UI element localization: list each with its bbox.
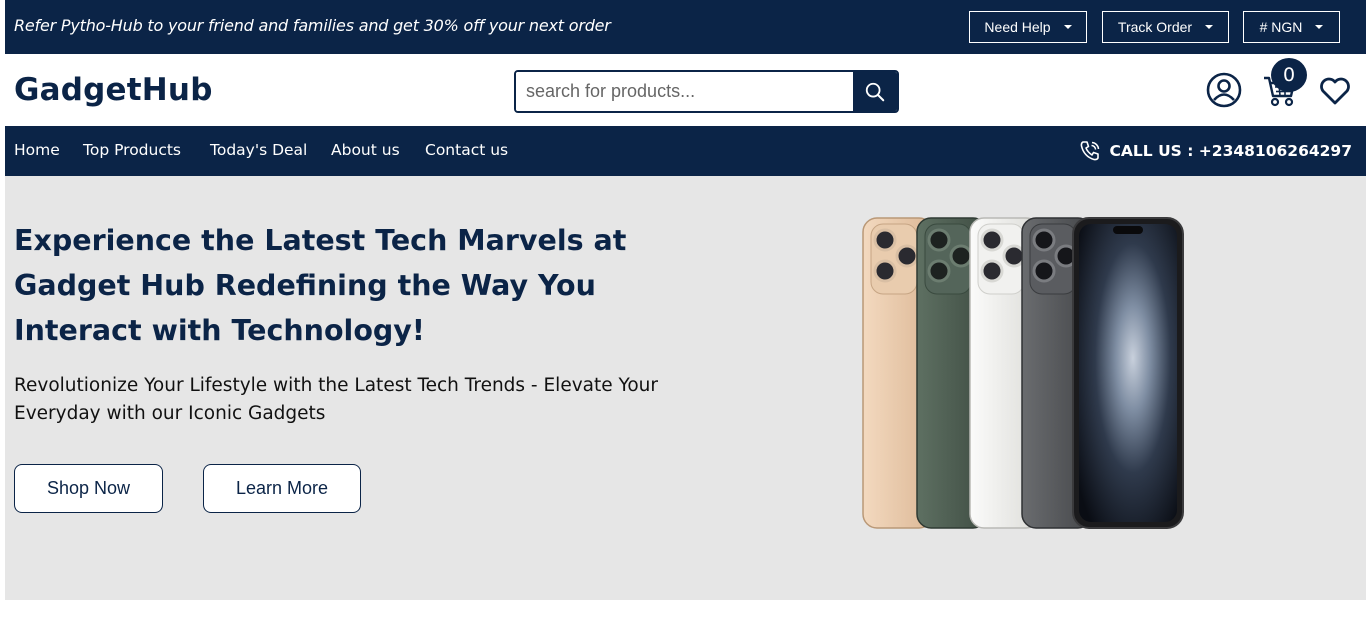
- chevron-down-icon: [1315, 25, 1324, 29]
- site-logo[interactable]: GadgetHub: [14, 72, 213, 108]
- hero-title: Experience the Latest Tech Marvels at Ga…: [14, 224, 627, 347]
- search-button[interactable]: [853, 72, 897, 111]
- learn-more-button[interactable]: Learn More: [203, 464, 361, 513]
- nav-item-contact-us[interactable]: Contact us: [425, 141, 508, 159]
- track-order-dropdown[interactable]: Track Order: [1102, 11, 1229, 43]
- search-bar: [514, 70, 899, 113]
- nav-item-todays-deal[interactable]: Today's Deal: [210, 141, 307, 159]
- hero-subtitle: Revolutionize Your Lifestyle with the La…: [14, 375, 658, 424]
- currency-dropdown[interactable]: # NGN: [1243, 11, 1340, 43]
- main-nav: Home Top Products Today's Deal About us …: [5, 126, 1366, 176]
- currency-label: # NGN: [1259, 19, 1303, 35]
- promo-text: Refer Pytho-Hub to your friend and famil…: [14, 16, 611, 35]
- nav-item-home[interactable]: Home: [14, 141, 60, 159]
- hero-section: Experience the Latest Tech Marvels at Ga…: [5, 176, 1366, 600]
- track-order-label: Track Order: [1117, 19, 1193, 35]
- need-help-label: Need Help: [984, 19, 1051, 35]
- nav-item-top-products[interactable]: Top Products: [83, 141, 181, 159]
- heart-icon[interactable]: [1319, 77, 1351, 105]
- chevron-down-icon: [1063, 25, 1072, 29]
- nav-item-about-us[interactable]: About us: [331, 141, 400, 159]
- call-us[interactable]: CALL US : +2348106264297: [1078, 139, 1352, 163]
- search-input[interactable]: [516, 72, 853, 111]
- user-icon[interactable]: [1206, 72, 1242, 108]
- need-help-dropdown[interactable]: Need Help: [969, 11, 1087, 43]
- site-header: GadgetHub: [5, 54, 1366, 126]
- phone-call-icon: [1080, 141, 1099, 161]
- chevron-down-icon: [1205, 25, 1214, 29]
- cart-count-badge: 0: [1271, 58, 1307, 92]
- search-icon: [865, 82, 885, 101]
- phones-product-image: [862, 217, 1184, 529]
- shop-now-button[interactable]: Shop Now: [14, 464, 163, 513]
- call-us-text: CALL US : +2348106264297: [1109, 142, 1352, 160]
- top-promo-bar: Refer Pytho-Hub to your friend and famil…: [5, 0, 1366, 54]
